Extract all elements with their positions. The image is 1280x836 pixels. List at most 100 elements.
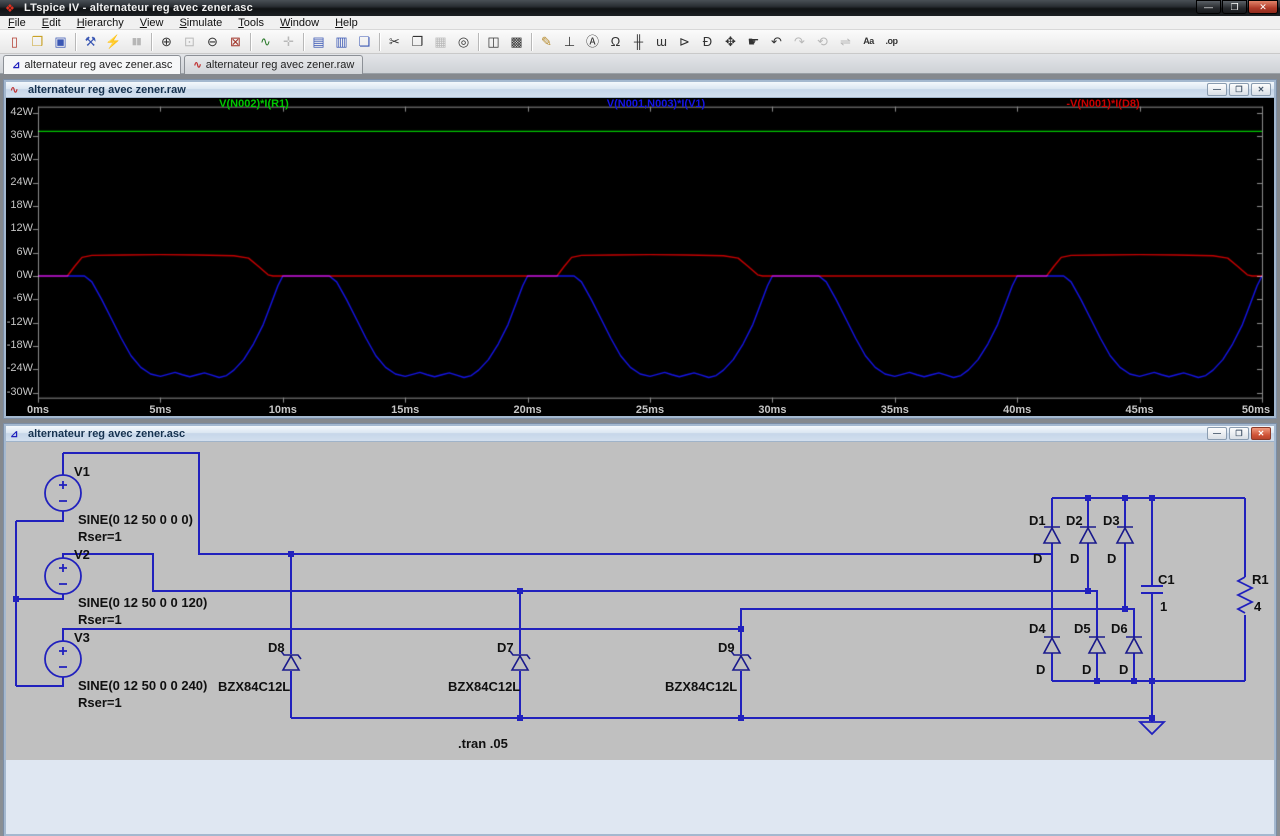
place-net-label-icon[interactable]: Ⓐ <box>581 31 604 52</box>
y-axis-tick-label: 18W <box>6 199 33 211</box>
menu-file[interactable]: File <box>0 16 34 30</box>
v2-name: V2 <box>74 547 90 562</box>
resistor-r1[interactable] <box>1238 577 1252 613</box>
schematic-close-button[interactable]: ✕ <box>1251 427 1271 440</box>
r1-name: R1 <box>1252 572 1269 587</box>
waveform-close-button[interactable]: ✕ <box>1251 83 1271 96</box>
d5-model: D <box>1082 662 1091 677</box>
copy-icon[interactable]: ❐ <box>406 31 429 52</box>
cut-icon[interactable]: ✂ <box>383 31 406 52</box>
schematic-drawing[interactable]: V1 SINE(0 12 50 0 0 0) Rser=1 V2 SINE(0 … <box>6 442 1274 760</box>
d9-model: BZX84C12L <box>665 679 737 694</box>
trace-label-blue[interactable]: V(N001,N003)*I(V1) <box>607 98 705 110</box>
schematic-doc-icon: ⊿ <box>10 427 18 443</box>
x-axis-tick-label: 25ms <box>636 404 664 416</box>
r1-value: 4 <box>1254 599 1262 614</box>
toolbar-separator <box>151 33 152 51</box>
schematic-window-titlebar[interactable]: ⊿ alternateur reg avec zener.asc — ❐ ✕ <box>6 426 1274 442</box>
close-button[interactable]: ✕ <box>1248 0 1278 14</box>
place-resistor-icon[interactable]: Ω <box>604 31 627 52</box>
menu-help[interactable]: Help <box>327 16 366 30</box>
v3-param: Rser=1 <box>78 695 122 710</box>
save-icon[interactable]: ▣ <box>49 31 72 52</box>
control-panel-icon[interactable]: ⚒ <box>79 31 102 52</box>
cascade-windows-icon[interactable]: ❏ <box>353 31 376 52</box>
zoom-area-icon: ⊡ <box>178 31 201 52</box>
d4-name: D4 <box>1029 621 1046 636</box>
voltage-source-v3[interactable] <box>45 641 81 677</box>
menu-simulate[interactable]: Simulate <box>171 16 230 30</box>
restore-button[interactable]: ❐ <box>1222 0 1247 14</box>
undo-icon[interactable]: ↶ <box>765 31 788 52</box>
open-file-icon[interactable]: ❒ <box>26 31 49 52</box>
waveform-canvas[interactable] <box>6 98 1274 416</box>
mdi-area: ∿ alternateur reg avec zener.raw — ❐ ✕ 4… <box>0 74 1280 760</box>
tile-vertically-icon[interactable]: ▥ <box>330 31 353 52</box>
find-icon[interactable]: ◎ <box>452 31 475 52</box>
d8-model: BZX84C12L <box>218 679 290 694</box>
d3-name: D3 <box>1103 513 1120 528</box>
zoom-out-icon[interactable]: ⊖ <box>201 31 224 52</box>
waveform-restore-button[interactable]: ❐ <box>1229 83 1249 96</box>
menu-hierarchy[interactable]: Hierarchy <box>69 16 132 30</box>
menu-view[interactable]: View <box>132 16 172 30</box>
drag-icon[interactable]: ☛ <box>742 31 765 52</box>
x-axis-tick-label: 40ms <box>1003 404 1031 416</box>
place-inductor-icon[interactable]: ɯ <box>650 31 673 52</box>
zener-diodes[interactable] <box>281 651 751 670</box>
d7-name: D7 <box>497 640 514 655</box>
v2-param: Rser=1 <box>78 612 122 627</box>
waveform-doc-icon: ∿ <box>10 83 18 99</box>
schematic-doc-icon: ⊿ <box>12 60 20 71</box>
component-labels: V1 SINE(0 12 50 0 0 0) Rser=1 V2 SINE(0 … <box>74 464 1269 751</box>
paste-icon: ▦ <box>429 31 452 52</box>
menu-bar: FileEditHierarchyViewSimulateToolsWindow… <box>0 16 1280 30</box>
waveform-plot-area[interactable]: 42W36W30W24W18W12W6W0W-6W-12W-18W-24W-30… <box>6 98 1274 416</box>
tab-schematic[interactable]: ⊿ alternateur reg avec zener.asc <box>3 55 181 74</box>
trace-label-green[interactable]: V(N002)*I(R1) <box>219 98 289 110</box>
waveform-minimize-button[interactable]: — <box>1207 83 1227 96</box>
d1-name: D1 <box>1029 513 1046 528</box>
move-icon[interactable]: ✥ <box>719 31 742 52</box>
d7-model: BZX84C12L <box>448 679 520 694</box>
v1-value: SINE(0 12 50 0 0 0) <box>78 512 193 527</box>
waveform-window: ∿ alternateur reg avec zener.raw — ❐ ✕ 4… <box>4 80 1276 418</box>
y-axis-tick-label: 12W <box>6 222 33 234</box>
d4-model: D <box>1036 662 1045 677</box>
tile-horizontally-icon[interactable]: ▤ <box>307 31 330 52</box>
y-axis-tick-label: -6W <box>6 292 33 304</box>
d2-name: D2 <box>1066 513 1083 528</box>
place-component-icon[interactable]: Ð <box>696 31 719 52</box>
spice-directive-icon[interactable]: .op <box>880 31 903 52</box>
trace-label-red[interactable]: -V(N001)*I(D8) <box>1066 98 1139 110</box>
print-preview-icon[interactable]: ◫ <box>482 31 505 52</box>
minimize-button[interactable]: — <box>1196 0 1221 14</box>
tab-waveform[interactable]: ∿ alternateur reg avec zener.raw <box>184 55 363 74</box>
voltage-source-v1[interactable] <box>45 475 81 511</box>
place-diode-icon[interactable]: ⊳ <box>673 31 696 52</box>
x-axis-tick-label: 10ms <box>269 404 297 416</box>
place-text-icon[interactable]: Aa <box>857 31 880 52</box>
place-capacitor-icon[interactable]: ╫ <box>627 31 650 52</box>
autorange-y-axis-icon[interactable]: ∿ <box>254 31 277 52</box>
schematic-restore-button[interactable]: ❐ <box>1229 427 1249 440</box>
menu-edit[interactable]: Edit <box>34 16 69 30</box>
mirror-icon: ⇌ <box>834 31 857 52</box>
capacitor-c1[interactable] <box>1141 586 1163 593</box>
zoom-in-icon[interactable]: ⊕ <box>155 31 178 52</box>
menu-tools[interactable]: Tools <box>230 16 272 30</box>
menu-window[interactable]: Window <box>272 16 327 30</box>
waveform-window-titlebar[interactable]: ∿ alternateur reg avec zener.raw — ❐ ✕ <box>6 82 1274 98</box>
draw-wire-icon[interactable]: ✎ <box>535 31 558 52</box>
schematic-minimize-button[interactable]: — <box>1207 427 1227 440</box>
print-icon[interactable]: ▩ <box>505 31 528 52</box>
voltage-source-v2[interactable] <box>45 558 81 594</box>
run-simulation-icon[interactable]: ⚡ <box>102 31 125 52</box>
new-schematic-icon[interactable]: ▯ <box>3 31 26 52</box>
ltspice-app-icon: ❖ <box>5 1 15 17</box>
toolbar-separator <box>478 33 479 51</box>
schematic-canvas[interactable]: V1 SINE(0 12 50 0 0 0) Rser=1 V2 SINE(0 … <box>6 442 1274 760</box>
place-ground-icon[interactable]: ⊥ <box>558 31 581 52</box>
waveform-doc-icon: ∿ <box>193 60 201 71</box>
zoom-full-extents-icon[interactable]: ⊠ <box>224 31 247 52</box>
